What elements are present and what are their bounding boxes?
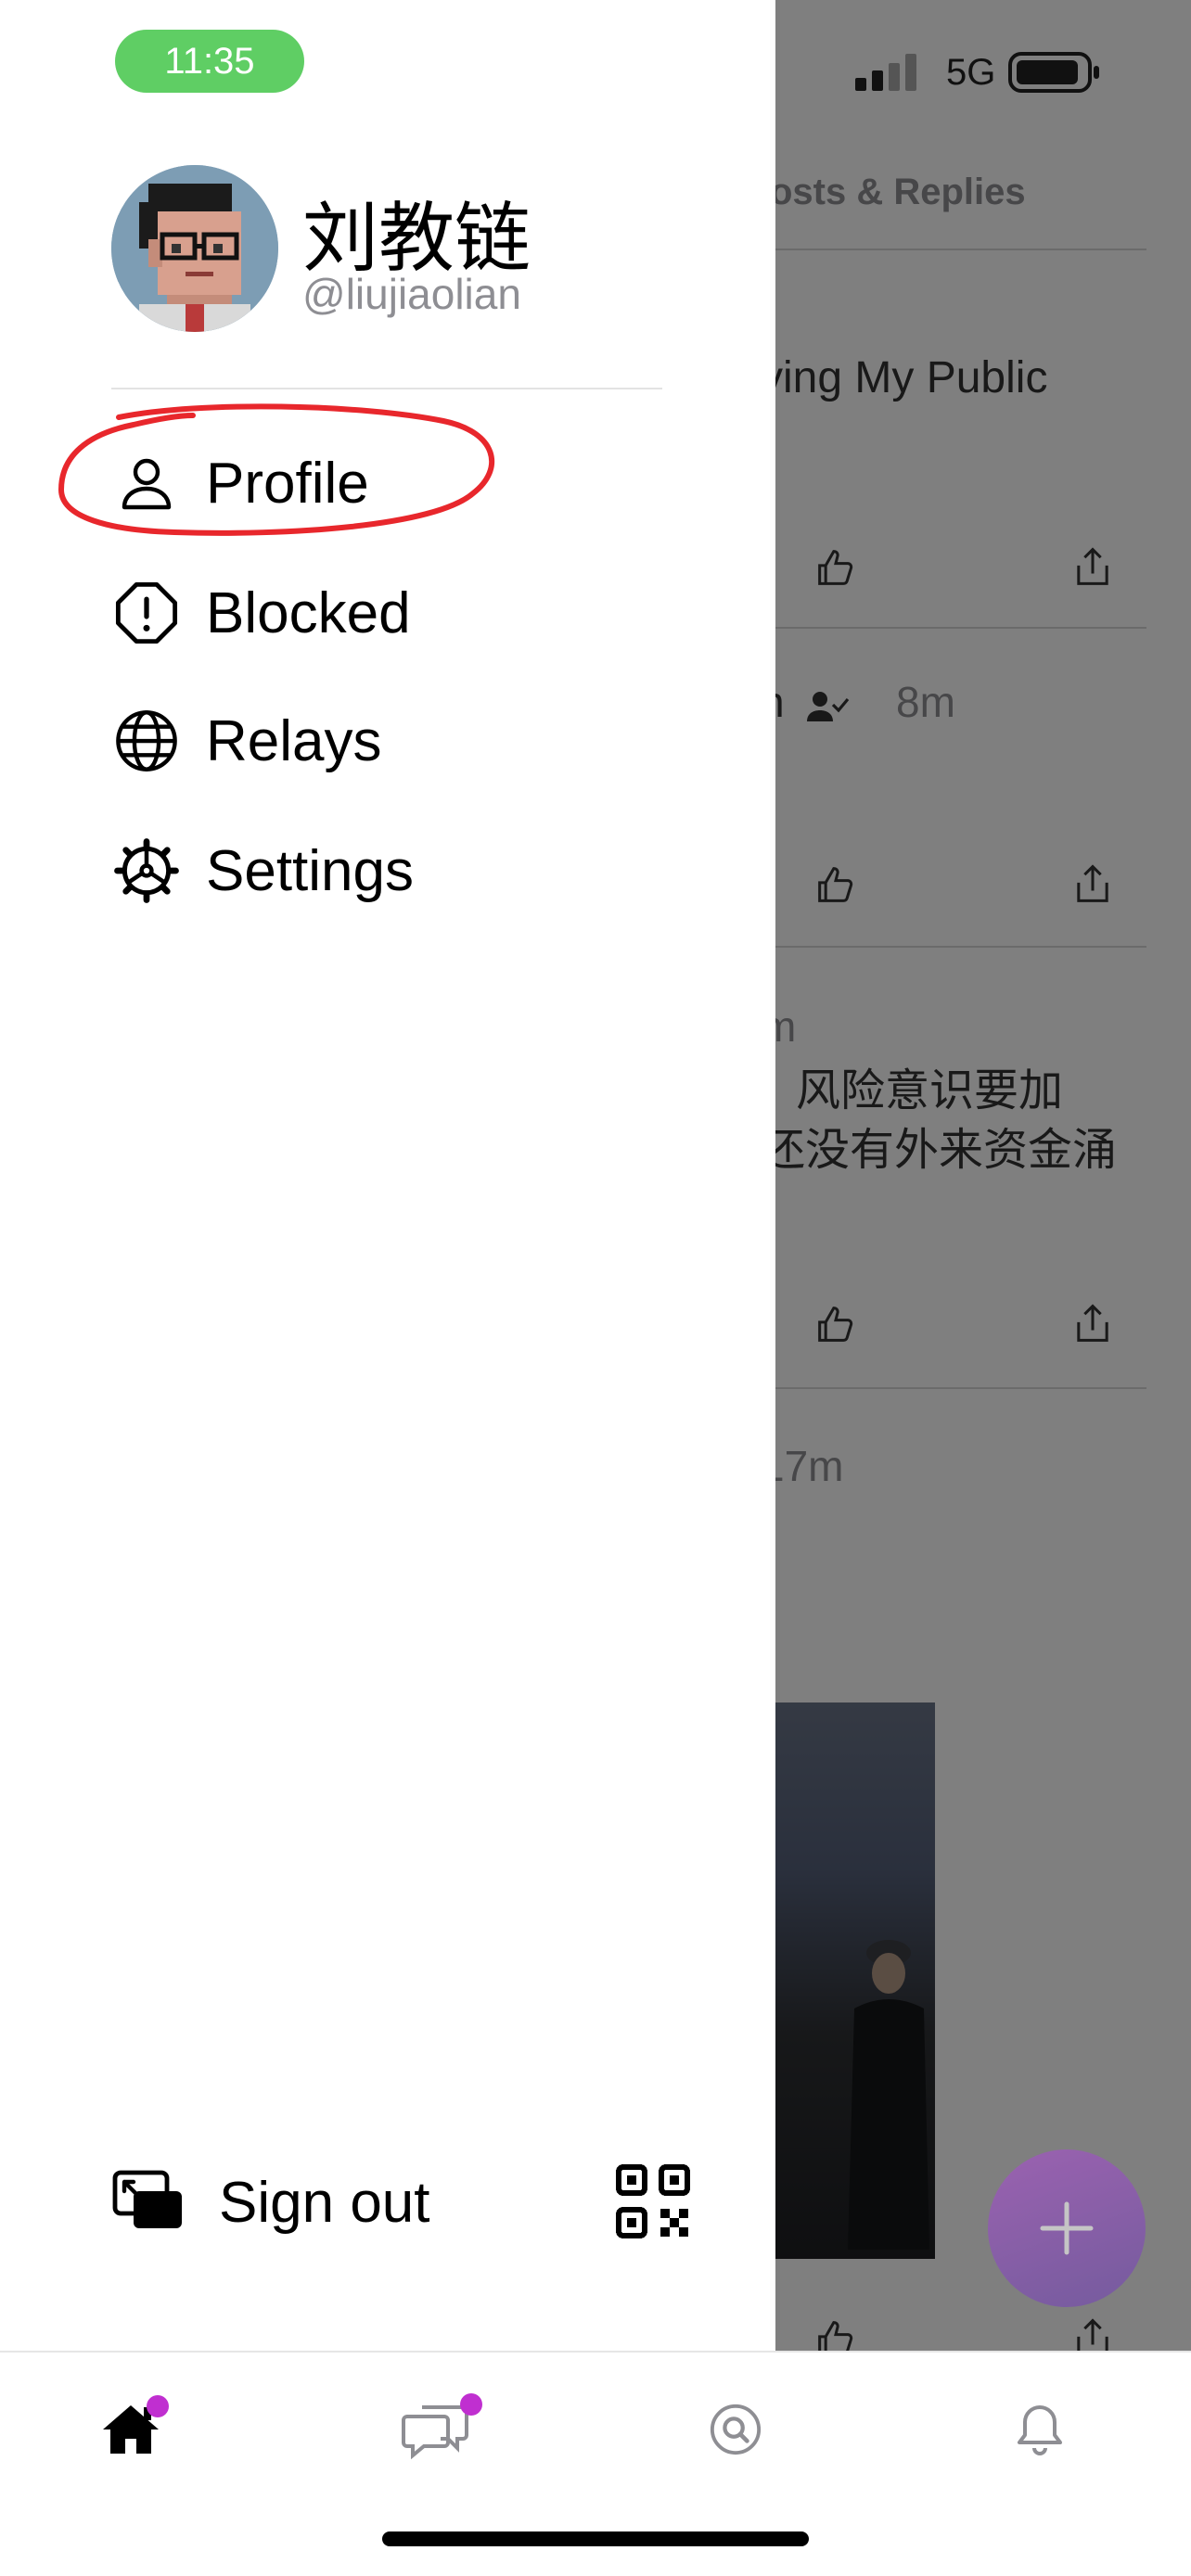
status-time: 11:35: [115, 30, 304, 93]
side-drawer: 11:35 刘教链 @liujiaolian Profile Blocked R…: [0, 0, 775, 2351]
plus-icon: [1040, 2201, 1094, 2255]
sign-out-button[interactable]: Sign out: [111, 2161, 430, 2244]
menu-item-label: Settings: [206, 838, 415, 903]
blocked-octagon-icon: [111, 578, 182, 648]
tab-notifications[interactable]: [998, 2388, 1082, 2471]
unread-badge: [147, 2395, 169, 2417]
tab-home[interactable]: [89, 2388, 173, 2471]
chat-bubbles-icon: [402, 2405, 468, 2459]
globe-icon: [111, 706, 182, 776]
status-bar-right: 5G: [853, 45, 1101, 100]
battery-icon: [1008, 52, 1100, 93]
compose-button[interactable]: [988, 2149, 1146, 2307]
signal-icon: [855, 54, 916, 91]
avatar[interactable]: [111, 165, 278, 332]
sign-out-label: Sign out: [219, 2170, 430, 2235]
search-icon: [710, 2404, 762, 2455]
user-handle: @liujiaolian: [302, 270, 521, 318]
red-circle-annotation: [58, 403, 495, 536]
sign-out-icon: [111, 2169, 186, 2237]
network-type: 5G: [946, 51, 996, 93]
divider: [111, 388, 662, 389]
menu-item-settings[interactable]: Settings: [111, 829, 414, 912]
menu-item-label: Relays: [206, 708, 382, 773]
qr-code-button[interactable]: [616, 2164, 690, 2238]
pixel-avatar-image: [111, 165, 278, 332]
qr-code-icon: [616, 2164, 690, 2238]
bell-icon: [1018, 2405, 1062, 2455]
tab-search[interactable]: [694, 2388, 777, 2471]
menu-item-relays[interactable]: Relays: [111, 699, 382, 783]
menu-item-label: Blocked: [206, 580, 411, 645]
unread-badge: [460, 2393, 482, 2416]
gear-icon: [111, 835, 182, 906]
tab-messages[interactable]: [393, 2388, 482, 2471]
menu-item-blocked[interactable]: Blocked: [111, 571, 411, 655]
home-indicator: [382, 2531, 809, 2546]
